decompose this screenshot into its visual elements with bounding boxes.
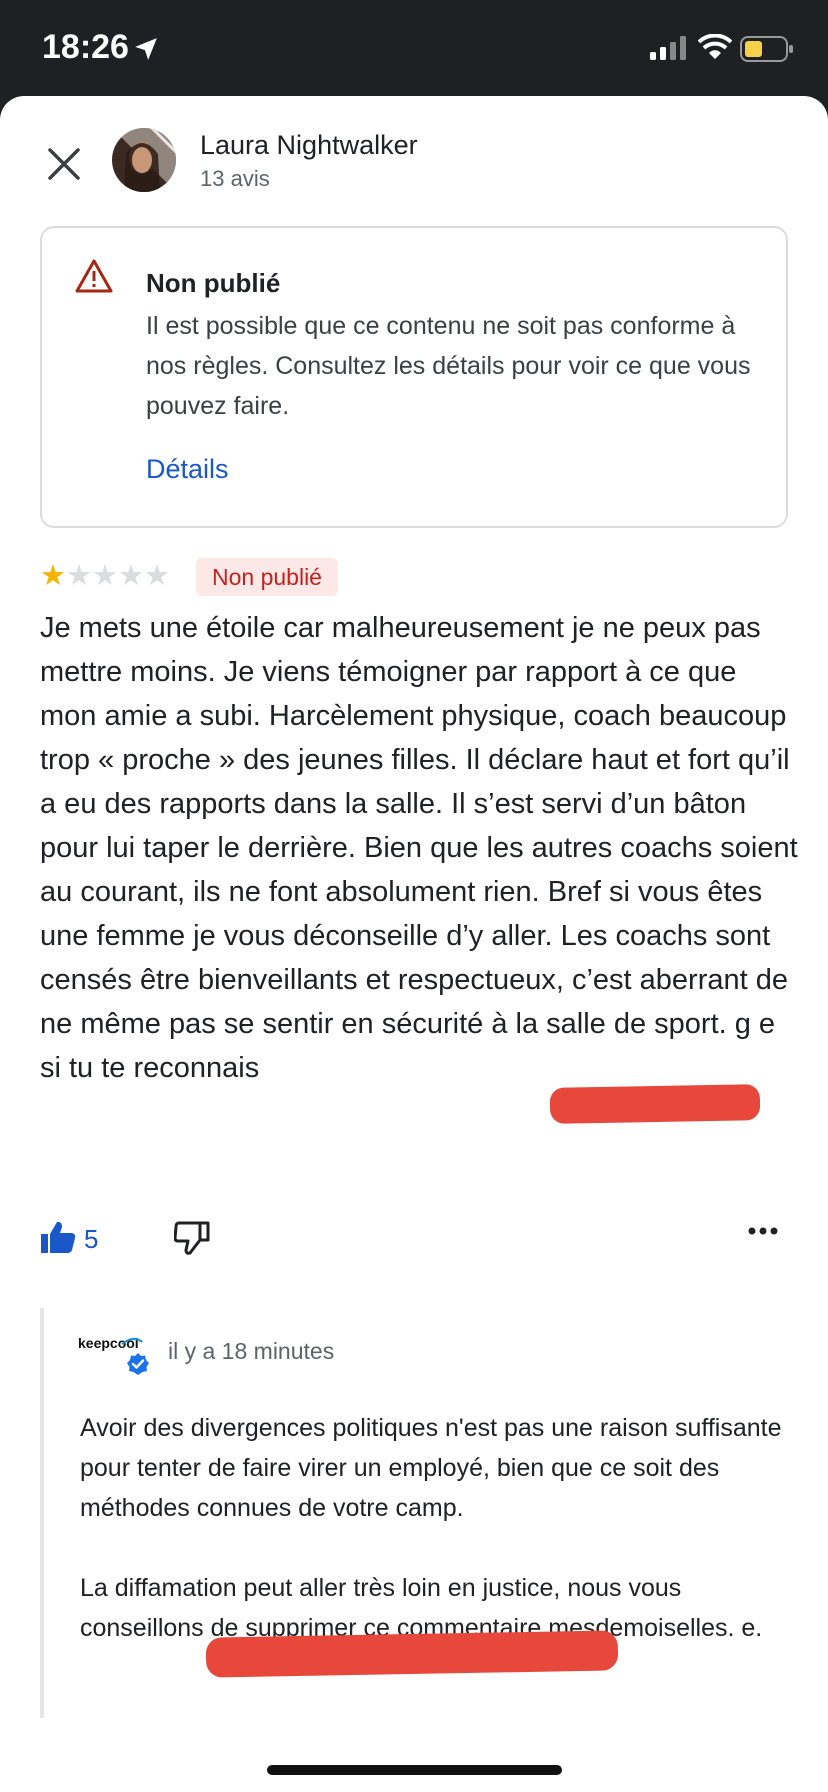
home-indicator[interactable] <box>267 1765 562 1775</box>
more-horizontal-icon[interactable] <box>748 1226 778 1236</box>
cellular-signal-icon <box>650 36 686 60</box>
review-detail-sheet: Laura Nightwalker 13 avis Non publié Il … <box>0 96 828 1792</box>
close-icon[interactable] <box>44 144 84 184</box>
svg-text:keepcool: keepcool <box>78 1335 139 1351</box>
star-icon: ★ <box>144 560 170 592</box>
reviewer-name[interactable]: Laura Nightwalker <box>200 130 418 161</box>
location-arrow-icon <box>135 38 157 60</box>
thumbs-down-icon[interactable] <box>174 1220 210 1256</box>
star-icon: ★ <box>40 560 66 592</box>
notice-title: Non publié <box>146 268 281 298</box>
star-icon: ★ <box>66 560 92 592</box>
warning-icon <box>75 259 113 293</box>
reply-timestamp: il y a 18 minutes <box>168 1338 335 1364</box>
like-count: 5 <box>84 1224 99 1254</box>
star-icon: ★ <box>92 560 118 592</box>
details-link[interactable]: Détails <box>146 454 229 485</box>
star-rating: ★★★★★ <box>40 561 170 591</box>
notice-text: Il est possible que ce contenu ne soit p… <box>146 312 751 420</box>
wifi-icon <box>698 34 732 59</box>
star-icon: ★ <box>118 560 144 592</box>
status-badge: Non publié <box>196 558 338 596</box>
reply-paragraph: Avoir des divergences politiques n'est p… <box>80 1414 782 1522</box>
status-bar: 18:26 <box>0 0 828 96</box>
verified-badge-icon <box>127 1353 149 1375</box>
reviewer-review-count: 13 avis <box>200 166 270 191</box>
status-time: 18:26 <box>42 28 129 66</box>
unpublished-notice: Non publié Il est possible que ce conten… <box>40 226 788 528</box>
battery-icon <box>740 36 793 62</box>
avatar[interactable] <box>112 128 176 192</box>
redaction-mark <box>205 1630 619 1678</box>
thumbs-up-icon[interactable] <box>40 1220 76 1254</box>
redaction-mark <box>549 1084 761 1124</box>
review-text: Je mets une étoile car malheureusement j… <box>40 612 798 1084</box>
